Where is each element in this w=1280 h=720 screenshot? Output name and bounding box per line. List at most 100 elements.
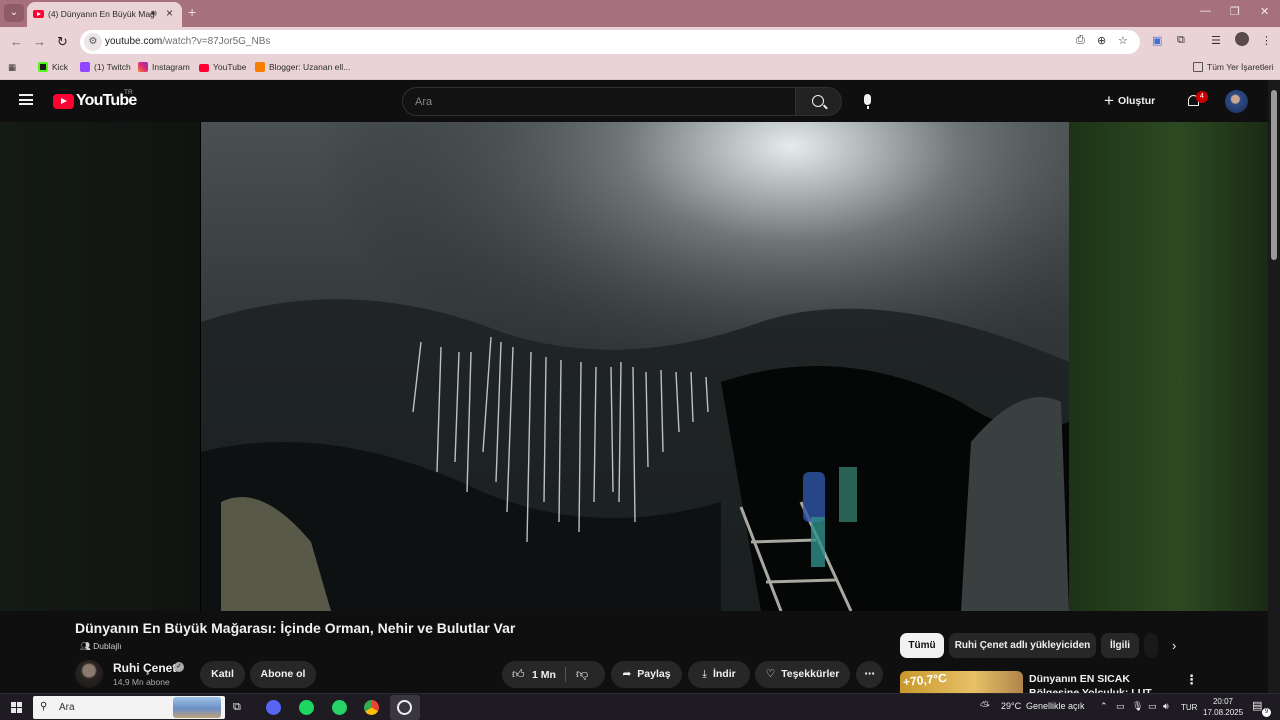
forward-icon[interactable]: → <box>33 34 46 49</box>
download-button[interactable]: ⤓ İndir <box>688 661 750 688</box>
tray-overflow-icon[interactable]: ⌃ <box>1100 701 1108 712</box>
join-button[interactable]: Katıl <box>200 661 245 688</box>
plus-icon: + <box>1104 91 1114 110</box>
blogger-icon <box>255 62 265 72</box>
spotify-icon[interactable] <box>299 700 314 715</box>
like-count[interactable]: 1 Mn <box>532 669 556 681</box>
kick-icon <box>38 62 48 72</box>
translate-extension-icon[interactable]: ▣ <box>1152 34 1162 47</box>
tab-close-icon[interactable]: × <box>166 6 173 20</box>
chip-all[interactable]: Tümü <box>900 633 944 658</box>
restore-icon[interactable]: ❐ <box>1230 5 1240 18</box>
search-icon <box>812 95 824 107</box>
tab-search-chevron-icon[interactable]: ⌄ <box>4 4 24 22</box>
chip-related[interactable]: İlgili <box>1101 633 1139 658</box>
notification-center-icon[interactable]: ▤ <box>1252 699 1262 712</box>
more-actions-icon[interactable]: ⋯ <box>856 661 883 688</box>
chrome-icon[interactable] <box>364 700 379 715</box>
bookmarks-bar: ▦ Kick (1) Twitch Instagram YouTube Blog… <box>0 57 1280 80</box>
bookmark-blogger[interactable]: Blogger: Uzanan ell... <box>255 62 350 72</box>
extensions-icon[interactable]: ⧉ <box>1177 34 1185 47</box>
profile-avatar[interactable] <box>1235 32 1249 46</box>
bookmark-twitch[interactable]: (1) Twitch <box>80 62 131 72</box>
twitch-icon <box>80 62 90 72</box>
browser-toolbar: ← → ↻ ⚙ youtube.com/watch?v=87Jor5G_NBs … <box>0 27 1280 57</box>
download-icon: ⤓ <box>702 668 707 680</box>
chip-from-uploader[interactable]: Ruhi Çenet adlı yükleyiciden <box>949 633 1096 658</box>
tab-audio-icon[interactable]: 🔊︎ <box>151 8 157 19</box>
recommendation-thumbnail[interactable]: +70,7°C <box>900 671 1023 693</box>
search-button[interactable] <box>795 87 842 116</box>
chip-overflow[interactable] <box>1144 633 1158 658</box>
notification-center-badge: 9 <box>1262 708 1271 717</box>
like-icon[interactable]: 👍︎ <box>512 667 525 682</box>
create-button[interactable]: + Oluştur <box>1104 91 1155 113</box>
recommendation-title[interactable]: Dünyanın EN SICAK Bölgesine Yolculuk: LU… <box>1029 672 1179 693</box>
language-indicator[interactable]: TUR <box>1181 703 1197 712</box>
share-icon: ➦ <box>622 668 632 680</box>
dislike-icon[interactable]: 👎︎ <box>576 667 588 682</box>
new-tab-icon[interactable]: + <box>188 4 196 20</box>
channel-avatar[interactable] <box>75 660 103 688</box>
volume-icon[interactable]: 🔊︎ <box>1163 701 1169 712</box>
bookmark-instagram[interactable]: Instagram <box>138 62 190 72</box>
chevron-right-icon[interactable]: › <box>1172 638 1176 653</box>
bookmark-star-icon[interactable]: ☆ <box>1118 34 1128 47</box>
whatsapp-icon[interactable] <box>332 700 347 715</box>
back-icon[interactable]: ← <box>10 34 23 49</box>
weather-desc[interactable]: Genellikle açık <box>1026 701 1085 711</box>
active-app-icon[interactable] <box>390 695 420 720</box>
climber-figure <box>803 472 825 522</box>
page-scrollbar[interactable] <box>1268 80 1280 693</box>
close-window-icon[interactable]: ✕ <box>1260 5 1269 18</box>
address-bar[interactable]: ⚙ youtube.com/watch?v=87Jor5G_NBs ⎙ ⊕ ☆ <box>80 30 1140 54</box>
video-player-backdrop[interactable] <box>0 122 1268 611</box>
thanks-button[interactable]: ♡ Teşekkürler <box>755 661 850 688</box>
dubbed-label: 👥︎ Dublajlı <box>80 641 122 651</box>
scrollbar-thumb[interactable] <box>1271 90 1277 260</box>
channel-name[interactable]: Ruhi Çenet <box>113 661 176 675</box>
recommendation-menu-icon[interactable]: ⋮ <box>1185 672 1198 688</box>
network-icon[interactable]: ▭ <box>1148 701 1157 712</box>
url-text[interactable]: youtube.com/watch?v=87Jor5G_NBs <box>105 36 270 47</box>
notification-badge: 4 <box>1196 91 1208 103</box>
thanks-heart-icon: ♡ <box>765 668 776 680</box>
cave-video-image <box>201 122 1069 611</box>
browser-tab-active[interactable]: (4) Dünyanın En Büyük Mağ 🔊︎ × <box>27 2 182 27</box>
bookmark-kick[interactable]: Kick <box>38 62 68 72</box>
reload-icon[interactable]: ↻ <box>57 34 68 50</box>
weather-icon[interactable]: ⛅︎ <box>980 699 990 714</box>
apps-grid-icon[interactable]: ▦ <box>8 62 16 73</box>
minimize-icon[interactable]: — <box>1200 5 1211 17</box>
video-title: Dünyanın En Büyük Mağarası: İçinde Orman… <box>75 620 516 636</box>
microphone-tray-icon[interactable]: 🎙︎ <box>1132 701 1143 712</box>
windows-start-icon[interactable] <box>11 702 22 713</box>
bookmark-youtube[interactable]: YouTube <box>199 62 246 72</box>
youtube-header: YouTube TR Ara + Oluştur 4 <box>0 80 1280 122</box>
subscribe-button[interactable]: Abone ol <box>250 661 316 688</box>
search-highlight-image <box>173 697 221 718</box>
weather-temp[interactable]: 29°C <box>1001 701 1021 711</box>
discord-icon[interactable] <box>266 700 281 715</box>
search-input[interactable]: Ara <box>402 87 796 116</box>
all-bookmarks[interactable]: Tüm Yer İşaretleri <box>1193 62 1274 72</box>
search-placeholder: Ara <box>415 96 433 108</box>
tab-title: (4) Dünyanın En Büyük Mağ <box>48 9 155 19</box>
video-frame[interactable] <box>201 122 1069 611</box>
install-app-icon[interactable]: ⎙ <box>1076 34 1085 47</box>
taskbar-search-input[interactable]: ⚲ Ara <box>33 696 225 719</box>
task-view-icon[interactable]: ⧉ <box>233 701 241 714</box>
zoom-icon[interactable]: ⊕ <box>1097 34 1106 47</box>
youtube-logo-icon[interactable] <box>53 94 74 109</box>
subscriber-count: 14,9 Mn abone <box>113 677 170 687</box>
dubbed-icon: 👥︎ <box>80 641 94 651</box>
site-info-icon[interactable]: ⚙ <box>84 33 102 51</box>
meet-now-icon[interactable]: ▭ <box>1116 701 1125 712</box>
system-clock[interactable]: 20:07 17.08.2025 <box>1203 696 1243 718</box>
browser-menu-icon[interactable]: ⋮ <box>1261 34 1272 47</box>
account-avatar[interactable] <box>1225 90 1248 113</box>
reading-list-icon[interactable]: ☰ <box>1211 34 1221 47</box>
microphone-icon[interactable] <box>864 94 871 109</box>
share-button[interactable]: ➦ Paylaş <box>611 661 682 688</box>
menu-icon[interactable] <box>19 94 33 105</box>
